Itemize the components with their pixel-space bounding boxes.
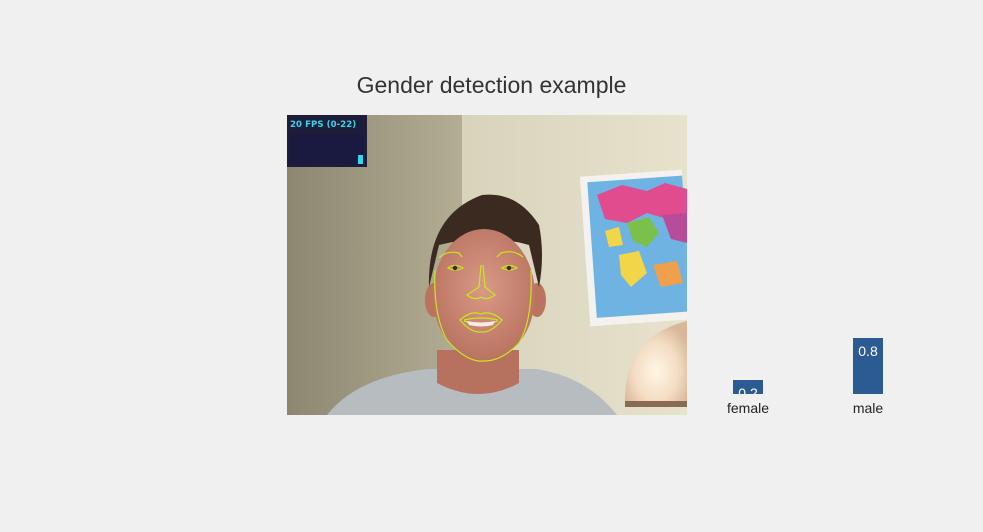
page-title: Gender detection example [356, 72, 627, 98]
bar-label-male: male [852, 400, 884, 416]
bar-value-female: 0.2 [738, 385, 758, 394]
fps-graph [290, 134, 364, 164]
bar-female: 0.2 [733, 380, 763, 394]
fps-counter: 20 FPS (0-22) [287, 115, 367, 167]
bar-value-male: 0.8 [858, 343, 878, 359]
bar-label-female: female [726, 400, 770, 416]
map-poster [579, 169, 687, 327]
bar-male: 0.8 [853, 338, 883, 394]
webcam-video: 20 FPS (0-22) [287, 115, 687, 415]
fps-label: 20 FPS (0-22) [290, 120, 357, 130]
fps-graph-bar [358, 155, 363, 164]
